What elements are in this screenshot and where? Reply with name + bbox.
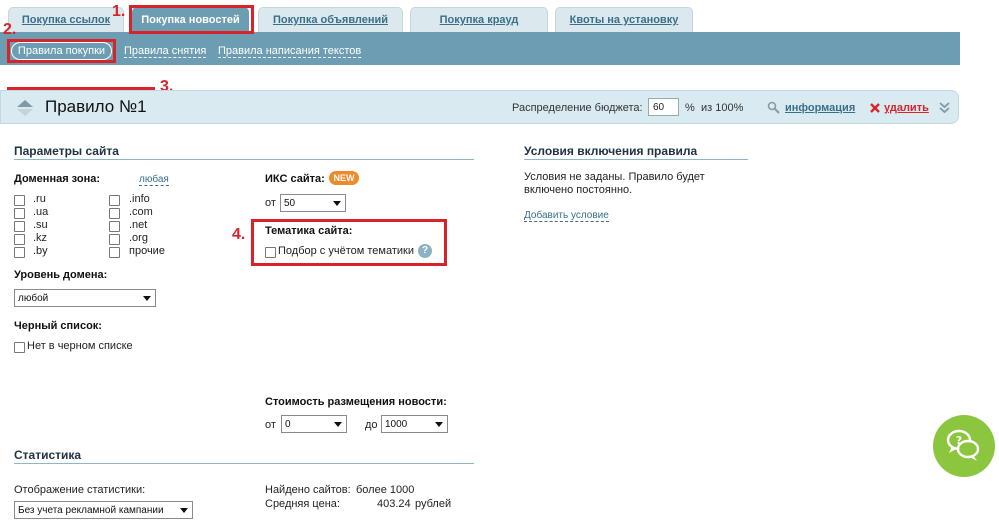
- conditions-text-line2: включено постоянно.: [524, 184, 633, 196]
- zone-su-checkbox[interactable]: [14, 221, 25, 232]
- stats-display-label: Отображение статистики:: [14, 484, 146, 496]
- zone-info-label: .info: [129, 193, 150, 205]
- blacklist-label: Черный список:: [14, 320, 102, 332]
- budget-total: из 100%: [701, 102, 744, 114]
- tab-quotas-label: Квоты на установку: [569, 14, 679, 26]
- tab-links[interactable]: Покупка ссылок: [8, 7, 124, 32]
- params-divider: [14, 159, 474, 160]
- zone-net-label: .net: [129, 219, 148, 231]
- cost-to-value: 1000: [385, 419, 408, 430]
- zone-com-label: .com: [129, 206, 153, 218]
- zone-by-label: .by: [33, 245, 48, 257]
- annotation-number-4: 4.: [232, 226, 246, 243]
- stats-display-select[interactable]: Без учета рекламной кампании: [14, 501, 193, 519]
- domain-zone-label: Доменная зона:: [14, 173, 101, 185]
- zone-ru-checkbox[interactable]: [14, 195, 25, 206]
- avg-price-label: Средняя цена:: [265, 498, 340, 510]
- found-sites-value: более 1000: [356, 484, 415, 496]
- theme-label: Тематика сайта:: [265, 225, 353, 237]
- cost-to-label: до: [365, 419, 378, 431]
- subtab-writing-rules[interactable]: Правила написания текстов: [218, 45, 362, 58]
- zone-kz-label: .kz: [33, 232, 48, 244]
- cost-to-select[interactable]: 1000: [381, 415, 448, 433]
- found-sites-label: Найдено сайтов:: [265, 484, 351, 496]
- iks-from-value: 50: [284, 198, 296, 209]
- zone-kz-checkbox[interactable]: [14, 234, 25, 245]
- stats-title: Статистика: [14, 448, 82, 462]
- zone-com-checkbox[interactable]: [109, 208, 120, 219]
- cost-from-select[interactable]: 0: [281, 415, 347, 433]
- delete-link[interactable]: удалить: [884, 102, 929, 114]
- budget-label: Распределение бюджета:: [512, 102, 643, 114]
- zone-net-checkbox[interactable]: [109, 221, 120, 232]
- chevron-down-icon: [143, 296, 151, 301]
- budget-input[interactable]: 60: [648, 98, 679, 116]
- blacklist-checkbox[interactable]: [14, 342, 25, 353]
- collapse-arrow-icon[interactable]: [15, 99, 35, 117]
- iks-from-select[interactable]: 50: [280, 194, 346, 212]
- subtab-remove-rules[interactable]: Правила снятия: [124, 45, 207, 58]
- theme-checkbox[interactable]: [265, 247, 276, 258]
- tab-quotas[interactable]: Квоты на установку: [555, 7, 693, 32]
- tab-ads[interactable]: Покупка объявлений: [258, 7, 403, 32]
- stats-display-value: Без учета рекламной кампании: [18, 505, 164, 516]
- conditions-text-line1: Условия не заданы. Правило будет: [524, 171, 705, 183]
- tab-ads-label: Покупка объявлений: [272, 14, 389, 26]
- percent-sign: %: [685, 102, 695, 114]
- new-badge: NEW: [329, 171, 359, 185]
- chat-icon: ?: [946, 429, 980, 461]
- conditions-title: Условия включения правила: [524, 144, 698, 158]
- zone-ua-checkbox[interactable]: [14, 208, 25, 219]
- blacklist-option-label: Нет в черном списке: [27, 340, 133, 352]
- avg-price-value: 403.24: [377, 498, 411, 510]
- domain-level-select[interactable]: любой: [14, 289, 156, 307]
- theme-option-label: Подбор с учётом тематики: [278, 245, 414, 257]
- search-icon: [767, 101, 780, 114]
- tab-crowd-label: Покупка крауд: [439, 14, 519, 26]
- domain-zone-any-link[interactable]: любая: [139, 174, 169, 186]
- annotation-number-2: 2.: [3, 21, 17, 38]
- avg-price-unit: рублей: [415, 498, 452, 510]
- cost-label: Стоимость размещения новости:: [265, 396, 447, 408]
- delete-x-icon[interactable]: [870, 103, 880, 113]
- chevron-down-icon: [333, 201, 341, 206]
- zone-other-label: прочие: [129, 245, 165, 257]
- expand-chevrons-icon[interactable]: [939, 102, 950, 114]
- chevron-down-icon: [334, 422, 342, 427]
- domain-level-value: любой: [18, 293, 49, 304]
- zone-ua-label: .ua: [33, 206, 49, 218]
- conditions-divider: [524, 159, 748, 160]
- info-link[interactable]: информация: [785, 102, 855, 114]
- tab-links-label: Покупка ссылок: [21, 14, 111, 26]
- zone-other-checkbox[interactable]: [109, 247, 120, 258]
- tab-crowd[interactable]: Покупка крауд: [410, 7, 548, 32]
- chevron-down-icon: [435, 422, 443, 427]
- iks-from-label: от: [265, 197, 276, 209]
- add-condition-link[interactable]: Добавить условие: [524, 210, 609, 222]
- zone-org-checkbox[interactable]: [109, 234, 120, 245]
- domain-level-label: Уровень домена:: [14, 269, 108, 281]
- zone-info-checkbox[interactable]: [109, 195, 120, 206]
- zone-su-label: .su: [33, 219, 48, 231]
- rule-title: Правило №1: [45, 97, 147, 116]
- chat-button[interactable]: ?: [933, 415, 995, 477]
- stats-divider: [14, 463, 474, 464]
- params-title: Параметры сайта: [14, 144, 119, 158]
- cost-from-value: 0: [285, 419, 291, 430]
- zone-by-checkbox[interactable]: [14, 247, 25, 258]
- zone-org-label: .org: [129, 232, 148, 244]
- annotation-box-2: [7, 39, 116, 63]
- iks-label: ИКС сайта:: [265, 173, 325, 185]
- cost-from-label: от: [265, 419, 276, 431]
- annotation-box-1: [129, 5, 254, 34]
- zone-ru-label: .ru: [33, 193, 46, 205]
- help-icon[interactable]: ?: [418, 244, 432, 258]
- chevron-down-icon: [180, 508, 188, 513]
- svg-text:?: ?: [956, 434, 962, 447]
- annotation-number-1: 1.: [112, 3, 126, 20]
